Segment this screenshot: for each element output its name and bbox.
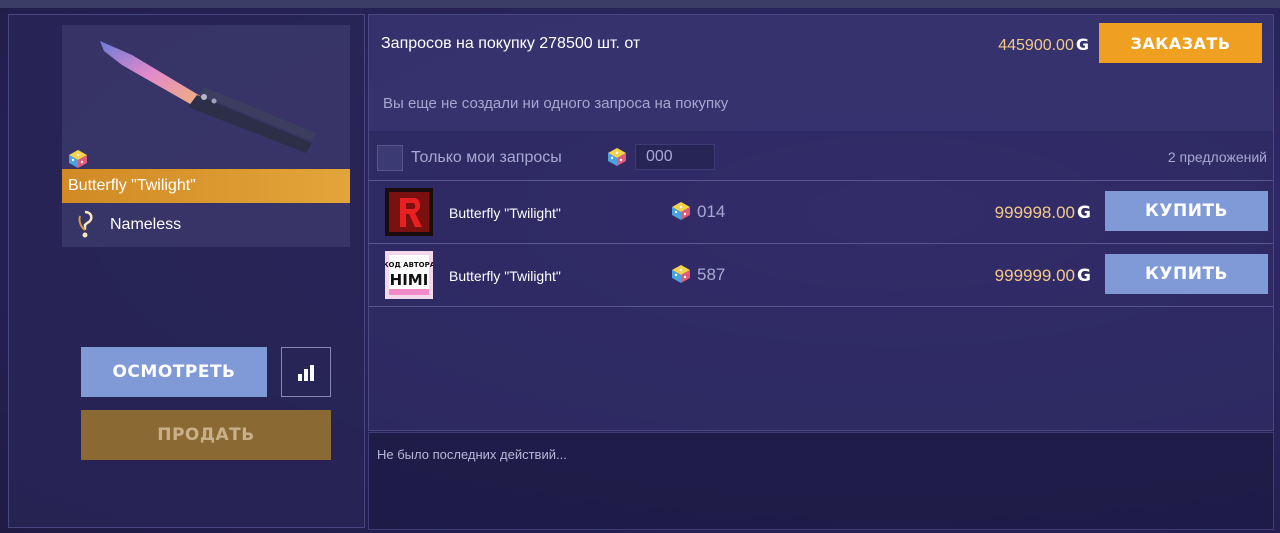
owner-name: Nameless bbox=[110, 216, 182, 233]
owner-badge-icon bbox=[78, 210, 93, 238]
activity-panel: Не было последних действий... bbox=[368, 432, 1274, 530]
buy-button[interactable]: КУПИТЬ bbox=[1105, 191, 1268, 231]
seller-avatar[interactable] bbox=[385, 188, 433, 236]
requests-empty-message: Вы еще не создали ни одного запроса на п… bbox=[383, 95, 729, 112]
seller-avatar[interactable]: КОД АВТОРА HIMI bbox=[385, 251, 433, 299]
divider bbox=[369, 306, 1273, 307]
dice-icon bbox=[672, 265, 690, 283]
dice-icon bbox=[672, 202, 690, 220]
gold-coin-icon: G bbox=[1075, 35, 1089, 54]
item-card[interactable]: Butterfly "Twilight" Nameless bbox=[62, 25, 350, 247]
offer-code: 014 bbox=[697, 202, 726, 221]
offer-code: 587 bbox=[697, 265, 726, 284]
requests-price: 445900.00 G bbox=[998, 35, 1089, 54]
market-panel: Запросов на покупку 278500 шт. от 445900… bbox=[368, 14, 1274, 431]
offers-filter-row: Только мои запросы 000 2 предложений bbox=[369, 135, 1273, 179]
buy-requests-header: Запросов на покупку 278500 шт. от 445900… bbox=[369, 15, 1273, 131]
price-chart-button[interactable] bbox=[281, 347, 331, 397]
bar-chart-icon bbox=[298, 365, 314, 381]
item-name: Butterfly "Twilight" bbox=[62, 169, 350, 203]
offers-count: 2 предложений bbox=[1167, 149, 1267, 165]
sell-button[interactable]: ПРОДАТЬ bbox=[81, 410, 331, 460]
gold-coin-icon: G bbox=[1077, 203, 1091, 223]
activity-empty-message: Не было последних действий... bbox=[377, 447, 567, 462]
offer-item-name: Butterfly "Twilight" bbox=[449, 205, 561, 221]
butterfly-knife-image bbox=[100, 41, 316, 153]
offer-item-name: Butterfly "Twilight" bbox=[449, 268, 561, 284]
only-my-requests-label[interactable]: Только мои запросы bbox=[411, 149, 562, 167]
owner-row: Nameless bbox=[62, 205, 350, 245]
inspect-button[interactable]: ОСМОТРЕТЬ bbox=[81, 347, 267, 397]
gold-coin-icon: G bbox=[1077, 266, 1091, 286]
avatar-nickname: HIMI bbox=[390, 271, 429, 289]
item-panel: Butterfly "Twilight" Nameless ОСМОТРЕТЬ … bbox=[8, 14, 365, 528]
avatar-caption: КОД АВТОРА bbox=[385, 261, 433, 269]
top-bar bbox=[0, 0, 1280, 8]
dice-icon bbox=[608, 148, 626, 166]
offer-row: КОД АВТОРА HIMI Butterfly "Twilight" 587… bbox=[369, 243, 1273, 306]
requests-title: Запросов на покупку 278500 шт. от bbox=[381, 35, 641, 52]
code-filter-input[interactable]: 000 bbox=[635, 144, 715, 170]
offer-price: 999999.00 G bbox=[994, 266, 1091, 286]
order-button[interactable]: ЗАКАЗАТЬ bbox=[1099, 23, 1262, 63]
offer-row: Butterfly "Twilight" 014 999998.00 G КУПИ… bbox=[369, 180, 1273, 243]
dice-icon bbox=[69, 150, 87, 168]
buy-button[interactable]: КУПИТЬ bbox=[1105, 254, 1268, 294]
only-my-requests-checkbox[interactable] bbox=[377, 145, 403, 171]
offer-price: 999998.00 G bbox=[994, 203, 1091, 223]
